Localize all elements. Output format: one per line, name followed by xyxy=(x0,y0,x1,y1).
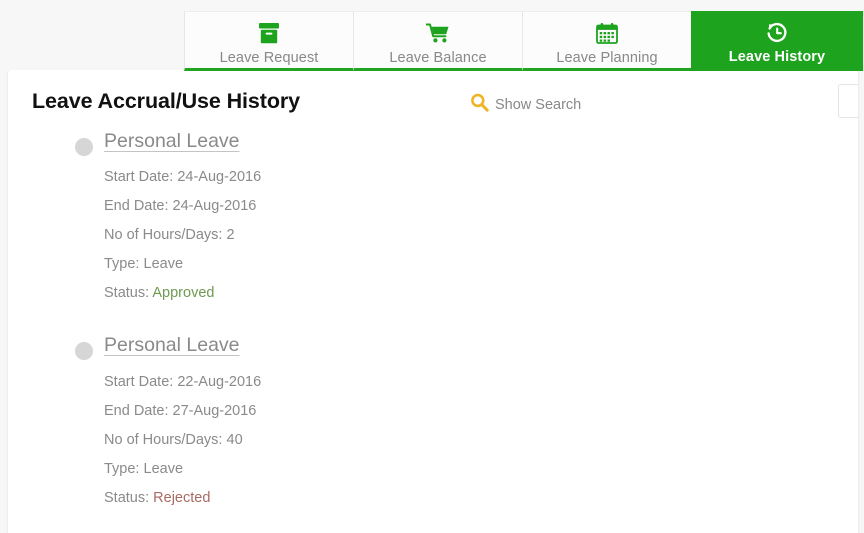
magnifier-icon xyxy=(470,93,489,117)
show-search-toggle[interactable]: Show Search xyxy=(470,93,581,117)
field-label: No of Hours/Days: xyxy=(104,431,223,448)
field-hours-days: No of Hours/Days: 2 xyxy=(104,221,858,250)
field-status: Status: Rejected xyxy=(104,484,858,513)
field-value: 27-Aug-2016 xyxy=(172,402,257,419)
field-end-date: End Date: 24-Aug-2016 xyxy=(104,192,858,221)
status-badge: Rejected xyxy=(153,489,211,506)
field-label: Status: xyxy=(104,489,150,506)
history-clock-icon xyxy=(765,20,789,44)
field-type: Type: Leave xyxy=(104,455,858,484)
field-value: 22-Aug-2016 xyxy=(177,373,262,390)
field-value: 40 xyxy=(226,431,243,448)
field-label: Start Date: xyxy=(104,169,174,186)
list-item: Personal Leave Start Date: 24-Aug-2016 E… xyxy=(32,130,858,308)
calendar-icon xyxy=(596,21,618,45)
field-end-date: End Date: 27-Aug-2016 xyxy=(104,397,858,426)
record-title-link[interactable]: Personal Leave xyxy=(104,334,240,357)
field-label: Type: xyxy=(104,256,140,273)
tab-label: Leave History xyxy=(728,49,826,65)
tab-leave-history[interactable]: Leave History xyxy=(691,11,864,71)
status-badge: Approved xyxy=(152,285,215,302)
field-value: Leave xyxy=(143,256,184,273)
field-label: End Date: xyxy=(104,198,169,215)
leave-history-panel: Leave Accrual/Use History Show Search Pe… xyxy=(7,70,859,533)
field-hours-days: No of Hours/Days: 40 xyxy=(104,426,858,455)
field-start-date: Start Date: 22-Aug-2016 xyxy=(104,368,858,397)
tab-label: Leave Planning xyxy=(556,50,658,66)
field-label: No of Hours/Days: xyxy=(104,227,223,244)
field-start-date: Start Date: 24-Aug-2016 xyxy=(104,163,858,192)
field-label: Type: xyxy=(104,460,140,477)
record-bullet-icon xyxy=(75,342,93,361)
field-value: 24-Aug-2016 xyxy=(177,169,262,186)
record-fields: Start Date: 22-Aug-2016 End Date: 27-Aug… xyxy=(104,368,858,513)
tab-leave-planning[interactable]: Leave Planning xyxy=(522,11,691,71)
field-value: 2 xyxy=(226,227,235,244)
record-fields: Start Date: 24-Aug-2016 End Date: 24-Aug… xyxy=(104,163,858,308)
field-status: Status: Approved xyxy=(104,279,858,308)
tab-label: Leave Request xyxy=(219,50,319,66)
shopping-cart-icon xyxy=(426,21,450,45)
field-type: Type: Leave xyxy=(104,250,858,279)
field-value: 24-Aug-2016 xyxy=(172,198,257,215)
tab-label: Leave Balance xyxy=(389,50,487,66)
record-bullet-icon xyxy=(75,138,93,156)
field-label: Status: xyxy=(104,285,150,302)
tab-leave-balance[interactable]: Leave Balance xyxy=(353,11,522,71)
panel-edge-control[interactable] xyxy=(838,84,858,118)
show-search-label: Show Search xyxy=(495,97,582,113)
panel-header: Leave Accrual/Use History Show Search xyxy=(8,70,858,128)
tab-leave-request[interactable]: Leave Request xyxy=(184,11,353,71)
list-item: Personal Leave Start Date: 22-Aug-2016 E… xyxy=(32,334,858,512)
field-label: Start Date: xyxy=(104,373,174,390)
field-value: Leave xyxy=(143,460,184,477)
leave-history-list: Personal Leave Start Date: 24-Aug-2016 E… xyxy=(8,128,858,513)
archive-box-icon xyxy=(258,21,280,45)
leave-tab-bar: Leave Request Leave Balance Leave Planni… xyxy=(184,11,864,71)
page-title: Leave Accrual/Use History xyxy=(32,89,300,113)
field-label: End Date: xyxy=(104,402,169,419)
record-title-link[interactable]: Personal Leave xyxy=(104,130,240,153)
